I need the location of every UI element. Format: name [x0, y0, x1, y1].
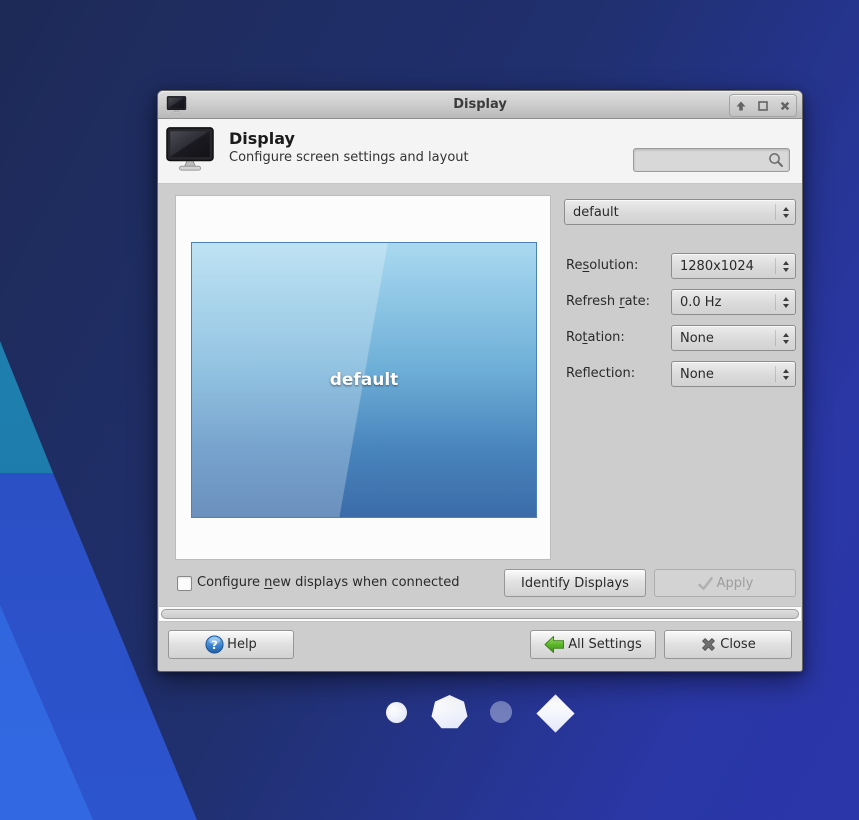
header-text: Display Configure screen settings and la… [229, 129, 469, 167]
dialog-header: Display Configure screen settings and la… [158, 119, 802, 184]
search-box [633, 148, 790, 172]
rotation-value: None [680, 330, 714, 346]
shade-button[interactable] [730, 95, 752, 116]
layout-canvas[interactable]: default [175, 195, 551, 560]
identify-displays-button[interactable]: Identify Displays [504, 569, 646, 597]
help-button[interactable]: ? Help [168, 629, 294, 659]
display-selector-value: default [573, 204, 619, 220]
cross-icon [780, 101, 790, 110]
spinner-arrows-icon[interactable] [775, 294, 789, 310]
up-arrow-icon [736, 101, 746, 110]
maximize-button[interactable] [752, 95, 774, 116]
refresh-rate-label: Refresh rate: [566, 294, 651, 309]
search-input[interactable] [633, 148, 790, 172]
arrow-up-icon [783, 296, 789, 301]
magnifier-icon [769, 153, 783, 167]
question-mark-circle-icon: ? [205, 634, 224, 654]
page-title: Display [229, 129, 295, 148]
square-outline-icon [758, 100, 768, 111]
desktop-shape-circle [386, 702, 407, 723]
refresh-rate-combo[interactable]: 0.0 Hz [671, 289, 796, 315]
arrow-down-icon [783, 303, 789, 308]
spinner-arrows-icon[interactable] [775, 204, 789, 220]
refresh-rate-value: 0.0 Hz [680, 294, 722, 310]
page-subtitle: Configure screen settings and layout [229, 150, 469, 165]
spinner-arrows-icon[interactable] [775, 258, 789, 274]
checkmark-icon [697, 576, 713, 590]
window-title: Display [453, 97, 507, 112]
configure-new-displays-checkbox[interactable] [177, 576, 192, 591]
all-settings-button[interactable]: All Settings [530, 629, 656, 659]
arrow-up-icon [783, 260, 789, 265]
apply-button[interactable]: Apply [654, 569, 796, 597]
rotation-label: Rotation: [566, 330, 625, 345]
rotation-combo[interactable]: None [671, 325, 796, 351]
reflection-combo[interactable]: None [671, 361, 796, 387]
configure-new-displays-label[interactable]: Configure new displays when connected [197, 569, 460, 597]
monitor-icon [166, 127, 214, 171]
display-preview[interactable]: default [191, 242, 537, 518]
arrow-up-icon [783, 368, 789, 373]
green-left-arrow-icon [544, 635, 565, 653]
resolution-combo[interactable]: 1280x1024 [671, 253, 796, 279]
spinner-arrows-icon[interactable] [775, 366, 789, 382]
dialog-footer: ? Help All Settings Close [158, 617, 802, 671]
arrow-down-icon [783, 267, 789, 272]
resolution-value: 1280x1024 [680, 258, 754, 274]
svg-text:?: ? [211, 637, 218, 651]
desktop-shape-heptagon [431, 695, 468, 729]
close-window-button[interactable] [774, 95, 796, 116]
gray-cross-icon [702, 637, 716, 651]
dialog-content: default default Resolution: 1280x1024 Re… [158, 184, 802, 622]
display-preview-label: default [329, 370, 399, 390]
arrow-up-icon [783, 206, 789, 211]
arrow-up-icon [783, 332, 789, 337]
spinner-arrows-icon[interactable] [775, 330, 789, 346]
arrow-down-icon [783, 375, 789, 380]
titlebar[interactable]: Display [158, 91, 802, 119]
arrow-down-icon [783, 213, 789, 218]
desktop-shape-dot [490, 701, 512, 723]
display-settings-window: Display Display Configure screen setting… [157, 90, 803, 672]
close-button[interactable]: Close [664, 629, 792, 659]
arrow-down-icon [783, 339, 789, 344]
reflection-label: Reflection: [566, 366, 636, 381]
reflection-value: None [680, 366, 714, 382]
window-controls [729, 94, 797, 117]
resolution-label: Resolution: [566, 258, 639, 273]
display-selector[interactable]: default [564, 199, 796, 225]
desktop-shape-diamond [536, 694, 575, 733]
